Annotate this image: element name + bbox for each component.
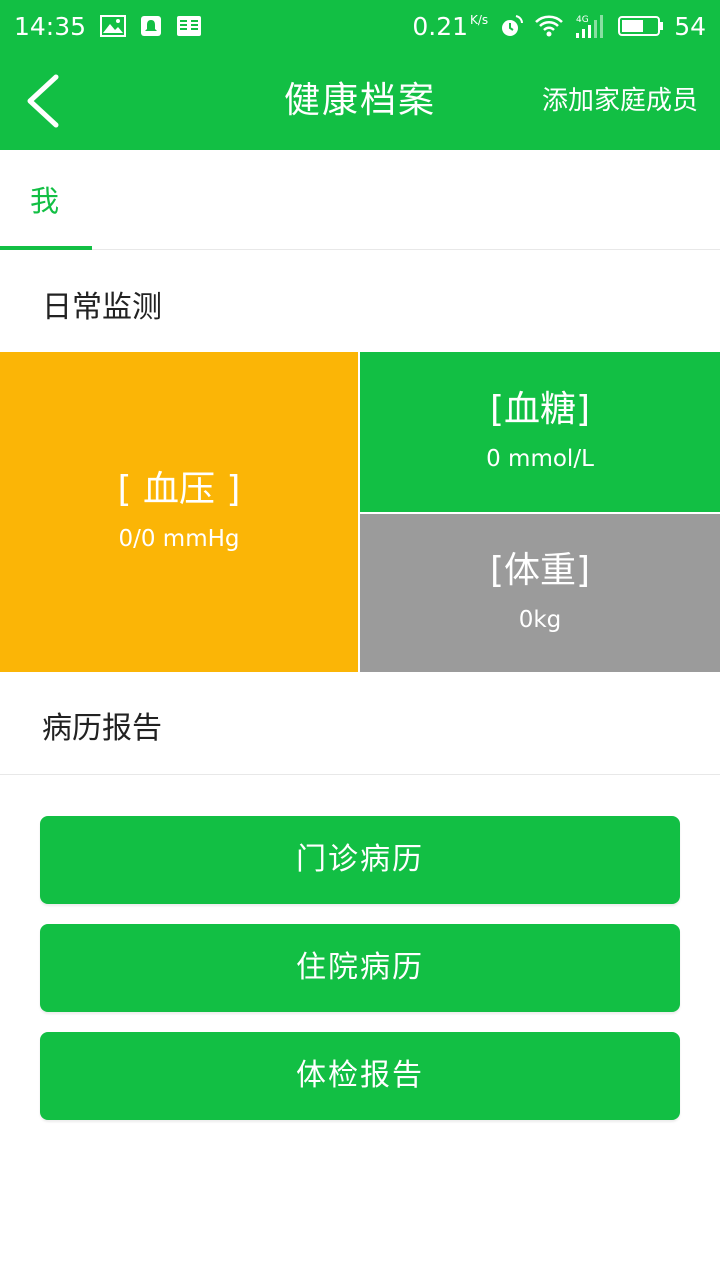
signal-4g-icon: 4G: [574, 13, 608, 39]
daily-monitoring-title: 日常监测: [42, 290, 162, 325]
image-icon: [100, 15, 127, 37]
tile-name: [血糖]: [489, 389, 591, 430]
wifi-icon: [534, 14, 564, 38]
notification-icon: [140, 15, 162, 37]
tile-name: [ 血压 ]: [117, 469, 241, 510]
status-time: 14:35: [14, 11, 87, 41]
tile-name: [体重]: [489, 550, 591, 591]
app-bar: 健康档案 添加家庭成员: [0, 52, 720, 150]
blood-pressure-tile[interactable]: [ 血压 ] 0/0 mmHg: [0, 352, 358, 672]
physical-exam-report-button[interactable]: 体检报告: [40, 1032, 680, 1120]
monitoring-tiles: [ 血压 ] 0/0 mmHg [血糖] 0 mmol/L [体重] 0kg: [0, 352, 720, 672]
medical-records-title: 病历报告: [42, 711, 162, 746]
tile-value: 0kg: [518, 607, 562, 633]
alarm-icon: [498, 14, 524, 38]
add-family-member-button[interactable]: 添加家庭成员: [542, 52, 698, 150]
net-speed-value: 0.21: [412, 11, 469, 41]
tab-indicator: [0, 246, 92, 250]
blood-glucose-tile[interactable]: [血糖] 0 mmol/L: [360, 352, 720, 512]
svg-text:4G: 4G: [576, 15, 589, 25]
reader-icon: [176, 15, 202, 37]
tab-label: 我: [30, 184, 60, 218]
battery-icon: [618, 14, 664, 38]
tile-value: 0/0 mmHg: [118, 526, 240, 552]
net-speed-unit: K/s: [470, 12, 489, 27]
weight-tile[interactable]: [体重] 0kg: [360, 514, 720, 672]
inpatient-records-button[interactable]: 住院病历: [40, 924, 680, 1012]
tile-value: 0 mmol/L: [486, 446, 594, 472]
battery-level: 54: [674, 11, 706, 41]
divider: [0, 774, 720, 775]
net-speed: 0.21 K/s: [412, 12, 488, 41]
outpatient-records-button[interactable]: 门诊病历: [40, 816, 680, 904]
tab-me[interactable]: 我: [0, 150, 92, 250]
status-bar: 14:35 0.21 K/s 4G 54: [0, 0, 720, 52]
member-tabs: 我: [0, 150, 720, 250]
